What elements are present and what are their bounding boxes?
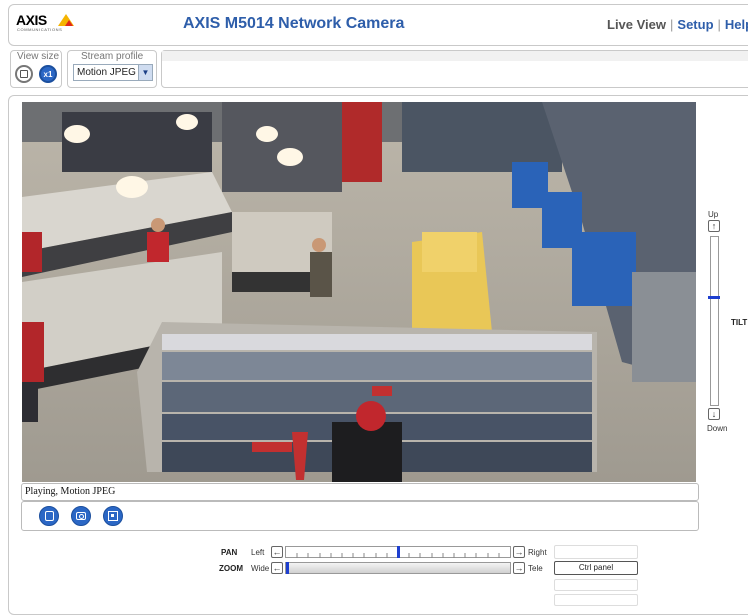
toolbar-extra-strip (162, 51, 748, 61)
full-screen-button[interactable] (103, 506, 123, 526)
view-size-x1-button[interactable]: x1 (39, 65, 57, 83)
axis-logo[interactable]: AXIS COMMUNICATIONS (16, 12, 82, 36)
arrow-right-icon: → (514, 547, 524, 557)
top-nav: Live View|Setup|Help (607, 17, 748, 32)
arrow-right-icon: → (514, 563, 524, 573)
zoom-tele-label: Tele (528, 564, 543, 573)
arrow-left-icon: ← (272, 563, 282, 573)
zoom-out-button[interactable]: ← (271, 562, 283, 574)
zoom-label: ZOOM (219, 564, 243, 573)
zoom-wide-label: Wide (251, 564, 270, 573)
tilt-up-button[interactable]: ↑ (708, 220, 720, 232)
tilt-label: TILT (731, 318, 748, 327)
stream-profile-value: Motion JPEG (77, 67, 136, 78)
view-size-x1-label: x1 (43, 69, 53, 79)
status-bar: Playing, Motion JPEG (21, 483, 699, 501)
nav-setup[interactable]: Setup (677, 17, 713, 32)
ptz-extra-field[interactable] (554, 579, 638, 591)
stream-profile-select[interactable]: Motion JPEG ▼ (73, 64, 153, 81)
zoom-slider-thumb[interactable] (286, 562, 289, 574)
pan-slider-thumb[interactable] (397, 546, 400, 558)
logo-subtext: COMMUNICATIONS (17, 27, 63, 32)
ptz-preset-field[interactable] (554, 545, 638, 559)
stream-profile-label: Stream profile (80, 51, 145, 62)
chevron-down-icon: ▼ (138, 65, 152, 80)
zoom-slider[interactable] (285, 562, 511, 574)
tilt-down-button[interactable]: ↓ (708, 408, 720, 420)
stop-icon (44, 511, 54, 521)
tilt-up-label: Up (708, 210, 719, 219)
arrow-left-icon: ← (272, 547, 282, 557)
fit-window-icon (20, 70, 28, 78)
zoom-in-button[interactable]: → (513, 562, 525, 574)
nav-help[interactable]: Help (725, 17, 748, 32)
live-video-image[interactable] (22, 102, 696, 482)
nav-separator: | (670, 17, 674, 32)
pan-right-label: Right (528, 548, 547, 557)
pan-left-button[interactable]: ← (271, 546, 283, 558)
pan-right-button[interactable]: → (513, 546, 525, 558)
tilt-down-label: Down (707, 424, 728, 433)
nav-live-view[interactable]: Live View (607, 17, 666, 32)
nav-separator: | (717, 17, 721, 32)
view-size-label: View size (16, 51, 61, 62)
arrow-up-icon: ↑ (711, 221, 717, 231)
logo-triangle-accent-icon (65, 20, 73, 26)
snapshot-button[interactable] (71, 506, 91, 526)
stop-button[interactable] (39, 506, 59, 526)
tilt-slider-thumb[interactable] (708, 296, 720, 299)
full-screen-icon (108, 511, 118, 521)
tilt-slider[interactable] (710, 236, 719, 406)
page-title: AXIS M5014 Network Camera (183, 15, 405, 32)
ptz-extra-field-2[interactable] (554, 594, 638, 606)
view-size-fit-button[interactable] (15, 65, 33, 83)
camera-icon (76, 512, 86, 520)
ctrl-panel-button[interactable]: Ctrl panel (554, 561, 638, 575)
store-scene-image (22, 102, 696, 482)
pan-left-label: Left (251, 548, 265, 557)
logo-text: AXIS (16, 12, 47, 28)
arrow-down-icon: ↓ (711, 409, 717, 419)
pan-label: PAN (221, 548, 238, 557)
